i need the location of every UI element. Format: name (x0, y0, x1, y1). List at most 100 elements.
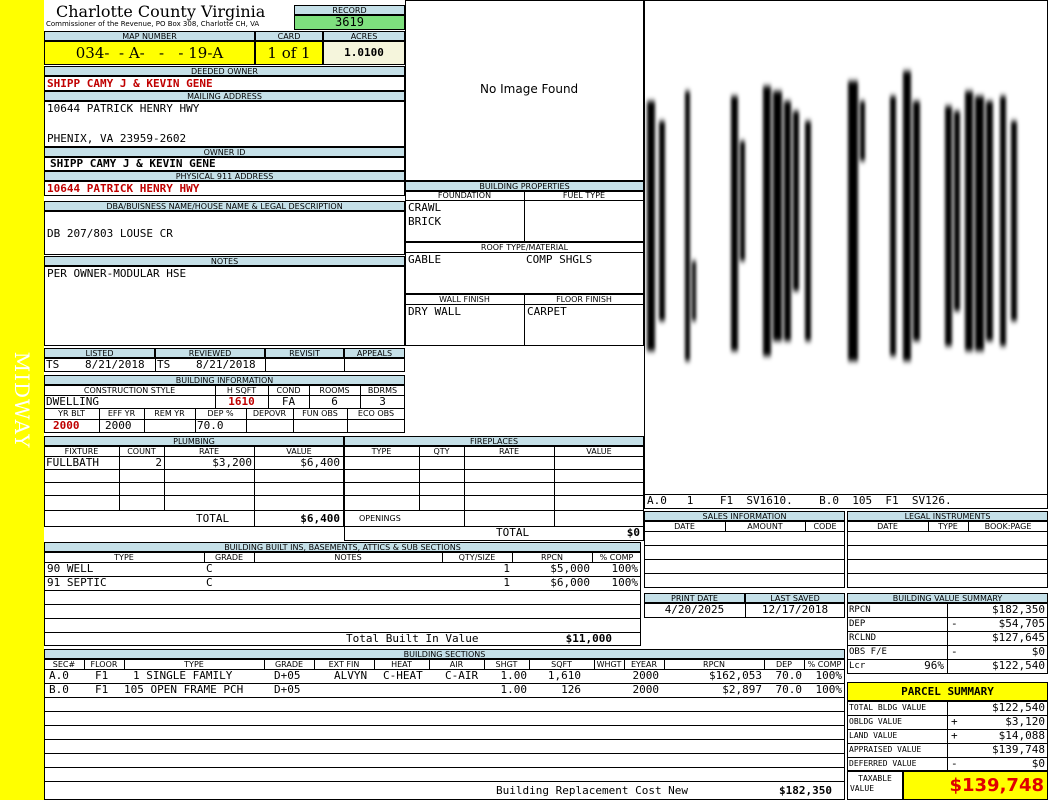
bi-rpcn-header: RPCN (541, 553, 563, 562)
bi-row1-comp: 100% (611, 562, 639, 575)
vs-rclnd-label: RCLND (849, 633, 877, 643)
roof-type: GABLE (408, 253, 442, 266)
rate-header: RATE (198, 447, 220, 456)
openings-label: OPENINGS (359, 514, 401, 523)
vs-rpcn-label: RPCN (849, 605, 871, 615)
bi-qty-header: QTY/SIZE (458, 553, 496, 562)
last-saved-header: LAST SAVED (745, 593, 845, 603)
no-image-text: No Image Found (480, 82, 579, 96)
revisit-header: REVISIT (265, 348, 344, 358)
notes-header: NOTES (44, 256, 405, 266)
bs-air-header: AIR (449, 660, 464, 669)
map-number: 034- - A- - - 19-A (44, 41, 255, 65)
bs-row1-air: C-AIR (445, 669, 479, 682)
legal-desc-header: DBA/BUISNESS NAME/HOUSE NAME & LEGAL DES… (44, 201, 405, 211)
bs-row1-shgt: 1.00 (500, 669, 528, 682)
mailing-address-header: MAILING ADDRESS (44, 91, 405, 101)
taxable-value: $139,748 (903, 771, 1048, 800)
eco-obs-header: ECO OBS (357, 409, 395, 418)
ps-appraised-label: APPRAISED VALUE (849, 745, 922, 754)
plumbing-count: 2 (155, 456, 162, 469)
acres-value: 1.0100 (323, 41, 405, 65)
wall-finish: DRY WALL (408, 305, 461, 318)
bs-sqft-header: SQFT (551, 660, 572, 669)
value-summary-header: BUILDING VALUE SUMMARY (847, 593, 1048, 603)
owner-id: SHIPP CAMY J & KEVIN GENE (50, 157, 216, 170)
plumbing-rate: $3,200 (212, 456, 252, 469)
cond-header: COND (276, 386, 301, 395)
bs-row2-rpcn: $2,897 (722, 683, 762, 696)
bs-row1-extfin: ALVYN (334, 669, 368, 682)
rooms: 6 (331, 395, 338, 408)
vs-dep-label: DEP (849, 619, 866, 629)
bs-shgt-header: SHGT (495, 660, 518, 669)
dep-pct-header: DEP % (207, 409, 234, 418)
sales-date-header: DATE (674, 522, 695, 531)
bi-row2-qty: 1 (503, 576, 510, 589)
vs-obs-label: OBS F/E (849, 647, 887, 657)
bs-dep-header: DEP (775, 660, 793, 669)
bs-row1-grade: D+05 (274, 669, 301, 682)
bs-row1-heat: C-HEAT (383, 669, 423, 682)
bdrms-header: BDRMS (367, 386, 398, 395)
bs-row1-comp: 100% (815, 669, 843, 682)
plumbing-fixture: FULLBATH (46, 456, 99, 469)
owner-id-header: OWNER ID (44, 147, 405, 157)
li-date-header: DATE (877, 522, 898, 531)
fuel-type-header: FUEL TYPE (562, 191, 606, 200)
bs-row2-shgt: 1.00 (500, 683, 528, 696)
bs-comp-header: % COMP (807, 660, 842, 669)
map-number-header: MAP NUMBER (44, 31, 255, 41)
roof-material: COMP SHGLS (526, 253, 593, 266)
bs-row2-floor: F1 (95, 683, 109, 696)
bs-row2-type: 105 OPEN FRAME PCH (124, 683, 244, 696)
bi-comp-header: % COMP (599, 553, 634, 562)
h-sqft-header: H SQFT (226, 386, 257, 395)
listed-by: TS (46, 358, 60, 371)
vs-lcr-value: $122,540 (992, 659, 1045, 672)
replacement-cost-value: $182,350 (779, 784, 832, 797)
ps-deferred-label: DEFERRED VALUE (849, 759, 917, 768)
depreciation-pct: 70.0 (197, 419, 224, 432)
foundation-header: FOUNDATION (437, 191, 492, 200)
bi-row1-qty: 1 (503, 562, 510, 575)
reviewed-date: 8/21/2018 (196, 358, 256, 371)
li-type-header: TYPE (938, 522, 958, 531)
print-date: 4/20/2025 (664, 603, 725, 616)
bs-row2-comp: 100% (815, 683, 843, 696)
bs-row1-sec: A.0 (49, 669, 69, 682)
fp-rate-header: RATE (498, 447, 520, 456)
bi-row2-rpcn: $6,000 (550, 576, 590, 589)
bs-sec-header: SEC# (52, 660, 76, 669)
effective-year: 2000 (105, 419, 132, 432)
count-header: COUNT (127, 447, 156, 456)
notes-text: PER OWNER-MODULAR HSE (47, 267, 187, 280)
fp-type-header: TYPE (371, 447, 392, 456)
reviewed-by: TS (157, 358, 171, 371)
vs-lcr-label: Lcr (849, 661, 866, 671)
ps-appraised-value: $139,748 (992, 743, 1045, 756)
bi-type-header: TYPE (114, 553, 134, 562)
bs-row1-eyear: 2000 (632, 669, 660, 682)
bs-grade-header: GRADE (274, 660, 304, 669)
ps-total-bldg-label: TOTAL BLDG VALUE (849, 703, 927, 712)
mailing-address-line2: PHENIX, VA 23959-2602 (47, 132, 187, 145)
bs-row1-floor: F1 (95, 669, 109, 682)
ps-obldg-label: OBLDG VALUE (849, 717, 902, 726)
last-saved: 12/17/2018 (761, 603, 829, 616)
bs-extfin-header: EXT FIN (328, 660, 360, 669)
vs-rclnd-value: $127,645 (992, 631, 1045, 644)
ps-land-value: $14,088 (998, 729, 1045, 742)
building-properties-header: BUILDING PROPERTIES (405, 181, 644, 191)
acres-header: ACRES (323, 31, 405, 41)
foundation-1: CRAWL (408, 201, 442, 214)
sketch-caption: A.0 1 F1 SV1610. B.0 105 F1 SV126. (647, 494, 952, 507)
fireplaces-total: $0 (626, 526, 640, 539)
built-ins-total: $11,000 (565, 632, 612, 645)
sales-code-header: CODE (813, 522, 837, 531)
sales-amount-header: AMOUNT (747, 522, 783, 531)
fp-qty-header: QTY (433, 447, 450, 456)
mailing-address-line1: 10644 PATRICK HENRY HWY (47, 102, 200, 115)
appeals-header: APPEALS (344, 348, 405, 358)
plumbing-total-label: TOTAL (196, 512, 230, 525)
